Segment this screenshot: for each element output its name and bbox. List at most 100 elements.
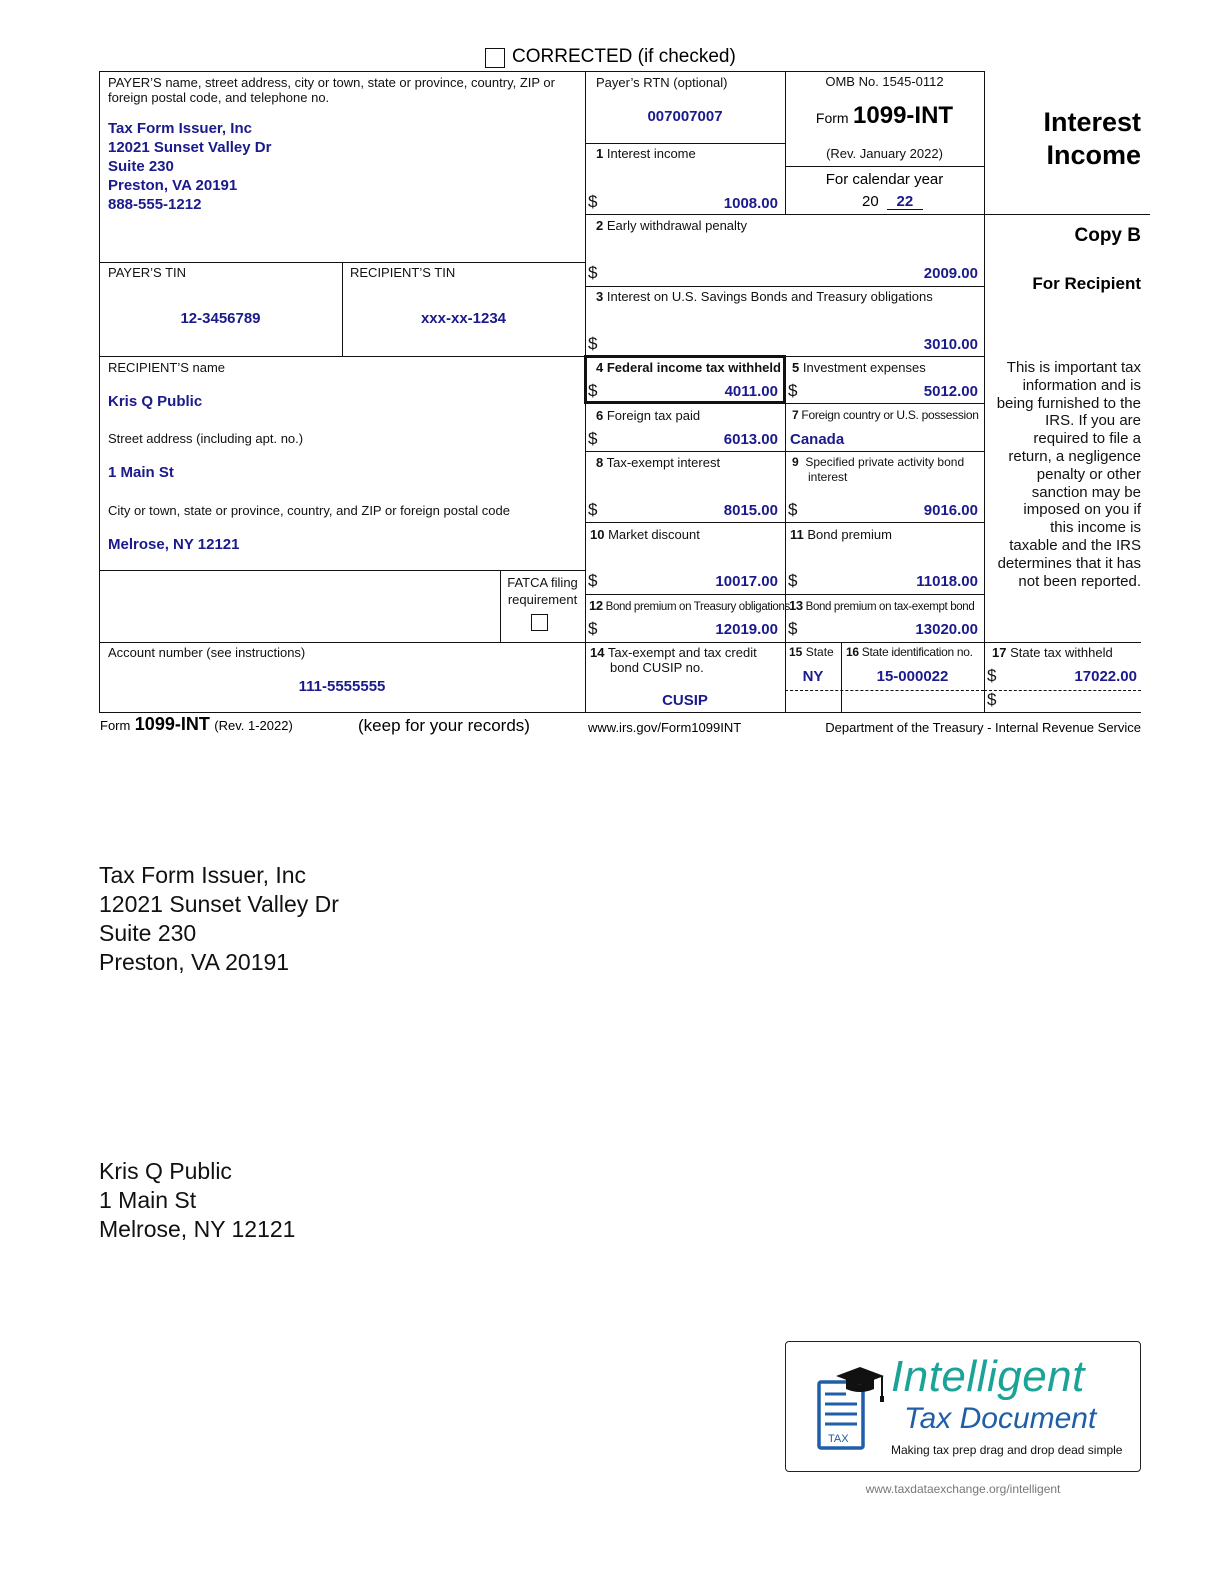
box12-number: 12 [589, 598, 603, 613]
box3-dollar: $ [588, 334, 598, 353]
recipient-tin-label: RECIPIENT’S TIN [350, 265, 456, 280]
notice-line: taxable and the IRS [1009, 536, 1141, 554]
box14-text-line2: bond CUSIP no. [610, 660, 704, 675]
box3-value: 3010.00 [923, 336, 978, 353]
corrected-checkbox[interactable] [485, 48, 505, 68]
recipient-mailing-address: Kris Q Public 1 Main St Melrose, NY 1212… [99, 1157, 295, 1244]
footer-form-name: 1099-INT [134, 714, 210, 734]
tax-tag: TAX [828, 1433, 849, 1445]
payer-label: PAYER’S name, street address, city or to… [108, 75, 555, 105]
box17-label: 17 State tax withheld [992, 645, 1113, 660]
recipient-street-value: 1 Main St [108, 464, 174, 481]
box12-value: 12019.00 [715, 621, 778, 638]
payer-line: Preston, VA 20191 [108, 177, 238, 194]
footer-irs-url[interactable]: www.irs.gov/Form1099INT [588, 720, 741, 735]
box8-text: Tax-exempt interest [606, 455, 721, 470]
intelligent-tax-document-logo[interactable]: TAX Intelligent Tax Document Making tax … [785, 1341, 1141, 1472]
payer-line: 888-555-1212 [108, 196, 202, 213]
box17-text: State tax withheld [1010, 645, 1113, 660]
box9-number: 9 [792, 455, 799, 469]
box7-text: Foreign country or U.S. possession [801, 408, 979, 422]
box15-text: State [805, 645, 834, 659]
sender-line: 12021 Sunset Valley Dr [99, 891, 339, 917]
box3-label: 3 Interest on U.S. Savings Bonds and Tre… [596, 289, 933, 304]
box17-number: 17 [992, 645, 1007, 660]
sender-address: Tax Form Issuer, Inc 12021 Sunset Valley… [99, 861, 339, 977]
fatca-label: FATCA filing requirement [500, 574, 585, 608]
box4-number: 4 [596, 360, 604, 375]
box8-number: 8 [596, 455, 604, 470]
notice-line: imposed on you if [1023, 501, 1141, 519]
recipient-mail-line: Melrose, NY 12121 [99, 1216, 296, 1242]
payer-line: Tax Form Issuer, Inc [108, 120, 252, 137]
notice-text: This is important tax information and is… [984, 359, 1141, 590]
footer-form-rev: (Rev. 1-2022) [214, 718, 293, 733]
notice-line: determines that it has [997, 554, 1141, 572]
box4-text: Federal income tax withheld [606, 360, 781, 375]
box13-dollar: $ [788, 619, 798, 638]
box3-number: 3 [596, 289, 604, 304]
box4-value: 4011.00 [724, 383, 778, 400]
recipient-city-value: Melrose, NY 12121 [108, 536, 240, 553]
footer-form-prefix: Form [100, 718, 131, 733]
copy-label: Copy B [1074, 225, 1142, 246]
box7-number: 7 [792, 408, 799, 422]
box9-text-line2: interest [808, 470, 848, 484]
box7-label: 7 Foreign country or U.S. possession [792, 408, 979, 423]
box10-number: 10 [590, 527, 605, 542]
box13-label: 13 Bond premium on tax-exempt bond [789, 598, 975, 615]
box12-text: Bond premium on Treasury obligations [605, 601, 791, 613]
payer-line: 12021 Sunset Valley Dr [108, 139, 272, 156]
box16-value: 15-000022 [876, 668, 949, 685]
box11-label: 11 Bond premium [790, 527, 892, 542]
box9-text-line1: Specified private activity bond [805, 455, 965, 469]
box2-number: 2 [596, 218, 604, 233]
sender-line: Preston, VA 20191 [99, 949, 290, 975]
box1-text: Interest income [606, 146, 696, 161]
box2-label: 2 Early withdrawal penalty [596, 218, 747, 233]
box5-dollar: $ [788, 381, 798, 400]
box10-label: 10 Market discount [590, 527, 700, 542]
box14-text-line1: Tax-exempt and tax credit [607, 645, 757, 660]
box7-value: Canada [790, 431, 845, 448]
box6-number: 6 [596, 408, 604, 423]
notice-line: required to file a [1033, 430, 1141, 448]
omb-number: OMB No. 1545-0112 [825, 74, 944, 89]
box1-label: 1 Interest income [596, 146, 696, 161]
box13-text: Bond premium on tax-exempt bond [805, 601, 975, 613]
box1-value: 1008.00 [723, 195, 778, 212]
footer-dept: Department of the Treasury - Internal Re… [825, 720, 1141, 735]
box15-number: 15 [789, 645, 803, 659]
logo-url[interactable]: www.taxdataexchange.org/intelligent [785, 1482, 1141, 1496]
notice-line: IRS. If you are [1045, 412, 1141, 430]
form-name: 1099-INT [853, 102, 954, 129]
form-rev: (Rev. January 2022) [826, 146, 943, 161]
box1-dollar: $ [588, 192, 598, 211]
calendar-year-label: For calendar year [825, 171, 944, 188]
box8-value: 8015.00 [723, 502, 778, 519]
footer-keep: (keep for your records) [358, 716, 530, 735]
box12-label: 12 Bond premium on Treasury obligations [589, 598, 790, 615]
sender-line: Suite 230 [99, 920, 197, 946]
payer-tin-value: 12-3456789 [180, 310, 261, 327]
year-suffix: 22 [886, 194, 923, 210]
box5-label: 5 Investment expenses [792, 360, 926, 375]
box11-dollar: $ [788, 571, 798, 590]
box17-dollar-2: $ [987, 690, 997, 709]
graduation-cap-icon [836, 1367, 884, 1402]
recipient-city-label: City or town, state or province, country… [108, 503, 510, 518]
fatca-checkbox[interactable] [531, 614, 548, 631]
box9-value: 9016.00 [923, 502, 978, 519]
form-title-line2: Income [1046, 140, 1141, 170]
form-name-block: Form 1099-INT [785, 102, 984, 130]
payer-address: Tax Form Issuer, Inc 12021 Sunset Valley… [108, 119, 271, 214]
recipient-street-label: Street address (including apt. no.) [108, 431, 304, 446]
box5-text: Investment expenses [802, 360, 926, 375]
box8-label: 8 Tax-exempt interest [596, 455, 720, 470]
notice-line: this income is [1050, 519, 1141, 537]
notice-line: This is important tax [1006, 359, 1141, 376]
box13-number: 13 [789, 598, 803, 613]
box10-text: Market discount [608, 527, 700, 542]
box2-dollar: $ [588, 263, 598, 282]
notice-line: penalty or other [1036, 465, 1141, 483]
